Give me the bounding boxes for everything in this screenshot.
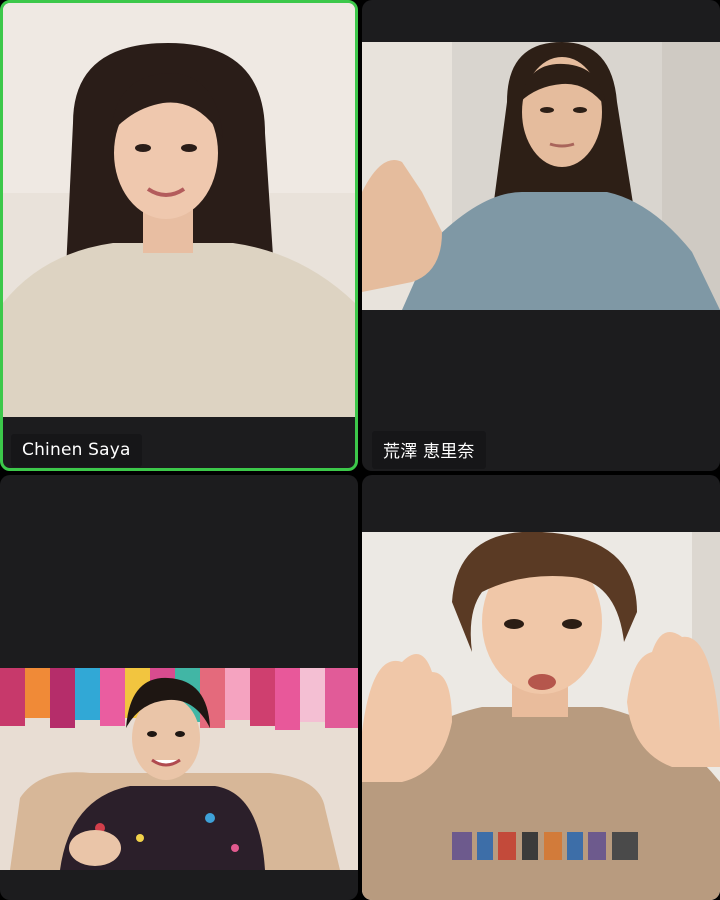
person-video-icon bbox=[0, 668, 358, 870]
participant-video bbox=[362, 42, 720, 310]
video-call-grid: Chinen Saya 荒澤 恵里奈 bbox=[0, 0, 720, 900]
person-video-icon bbox=[362, 532, 720, 900]
participant-name-label: 荒澤 恵里奈 bbox=[372, 431, 486, 469]
participant-video bbox=[3, 3, 355, 417]
participant-video bbox=[0, 668, 358, 870]
participant-name-label: Chinen Saya bbox=[11, 434, 142, 467]
participant-tile-4[interactable] bbox=[362, 475, 720, 900]
person-video-icon bbox=[362, 42, 720, 310]
person-video-icon bbox=[3, 3, 355, 417]
participant-tile-arasawa-erina[interactable]: 荒澤 恵里奈 bbox=[362, 0, 720, 471]
participant-tile-3[interactable] bbox=[0, 475, 358, 900]
participant-tile-chinen-saya[interactable]: Chinen Saya bbox=[0, 0, 358, 471]
participant-video bbox=[362, 532, 720, 900]
